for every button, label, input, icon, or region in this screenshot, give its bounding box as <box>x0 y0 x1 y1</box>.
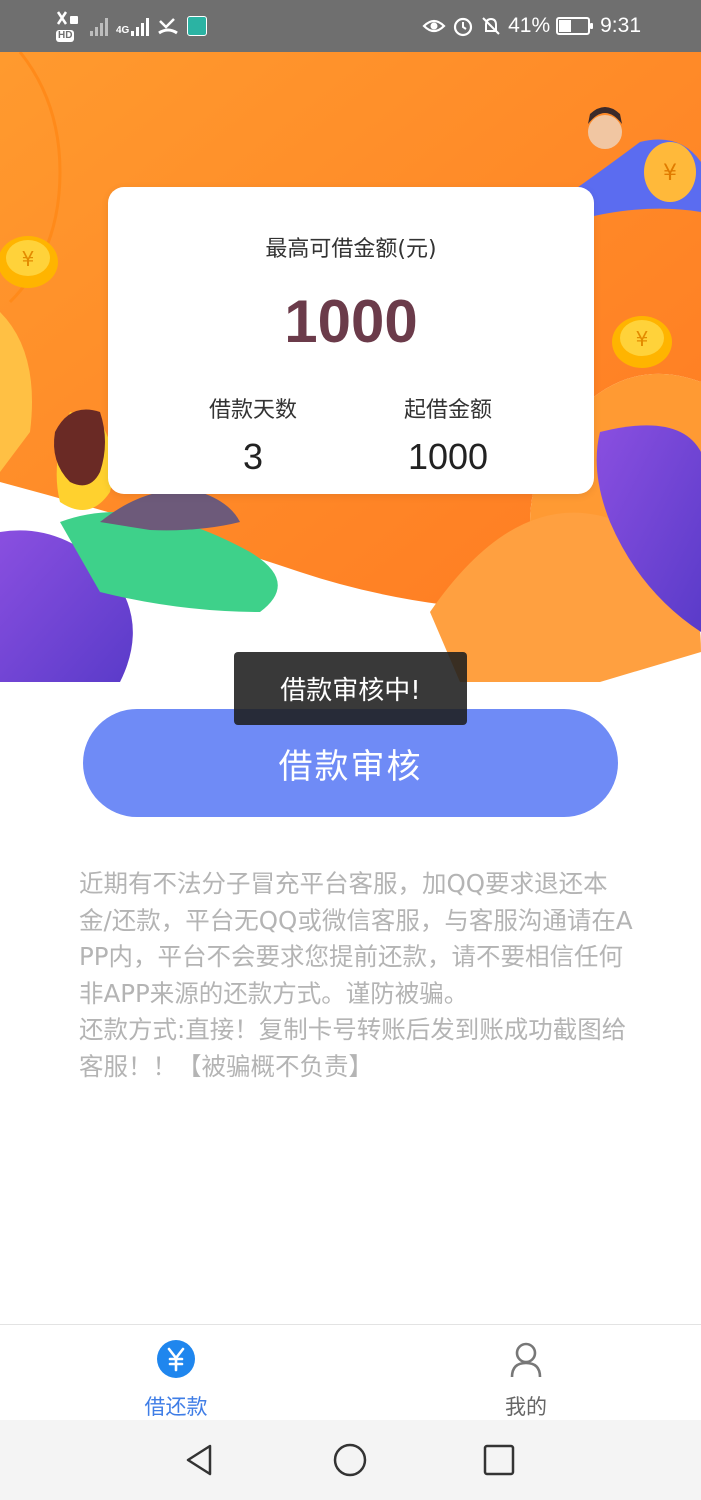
system-nav-bar <box>0 1420 701 1500</box>
coin-icon-left: ¥ <box>0 236 58 288</box>
loan-days-value: 3 <box>242 436 264 477</box>
network-type: 4G <box>116 25 130 36</box>
toast-message: 借款审核中! <box>234 652 467 725</box>
battery-percent: 41% <box>508 14 551 37</box>
app-screen: HD 4G 41% 9:31 ¥ ¥ ¥ 最高可借金额(元) 1000 借款天数… <box>0 0 701 1500</box>
tab-loan-repay-label: 借还款 <box>144 1395 208 1419</box>
tab-loan-repay[interactable]: 借还款 <box>76 1325 276 1420</box>
back-icon[interactable] <box>180 1440 220 1480</box>
bottom-tab-bar: 借还款 我的 <box>0 1325 701 1420</box>
app-notification-icon <box>187 16 208 36</box>
status-left: HD 4G <box>56 6 208 46</box>
hd-badge: HD <box>56 30 75 42</box>
loan-days-block: 借款天数 3 <box>153 392 353 478</box>
tab-mine-label: 我的 <box>505 1395 547 1419</box>
user-icon <box>510 1342 542 1378</box>
fraud-notice: 近期有不法分子冒充平台客服，加QQ要求退还本金/还款，平台无QQ或微信客服，与客… <box>79 866 639 1085</box>
loan-info-card: 最高可借金额(元) 1000 借款天数 3 起借金额 1000 <box>108 187 594 494</box>
yuan-icon <box>157 1340 195 1378</box>
max-amount-label: 最高可借金额(元) <box>265 237 437 262</box>
mute-icon <box>482 17 500 35</box>
svg-text:¥: ¥ <box>636 327 649 351</box>
status-right: 41% 9:31 <box>422 12 641 40</box>
clock: 9:31 <box>600 14 641 37</box>
missed-call-icon <box>158 18 179 35</box>
loan-days-label: 借款天数 <box>208 398 297 423</box>
notice-paragraph-1: 近期有不法分子冒充平台客服，加QQ要求退还本金/还款，平台无QQ或微信客服，与客… <box>79 869 633 1008</box>
min-amount-value: 1000 <box>407 436 489 477</box>
hero-banner: ¥ ¥ ¥ 最高可借金额(元) 1000 借款天数 3 起借金额 1000 <box>0 52 701 682</box>
recent-apps-icon[interactable] <box>479 1440 519 1480</box>
status-bar: HD 4G 41% 9:31 <box>0 0 701 52</box>
battery-icon <box>556 17 594 35</box>
min-amount-block: 起借金额 1000 <box>348 392 548 478</box>
tab-mine[interactable]: 我的 <box>426 1325 626 1420</box>
max-amount-value: 1000 <box>284 288 418 355</box>
home-icon[interactable] <box>330 1440 370 1480</box>
signal-4g-icon <box>131 16 150 36</box>
svg-text:¥: ¥ <box>663 161 677 186</box>
alarm-icon <box>453 17 473 37</box>
notice-paragraph-2: 还款方式:直接！复制卡号转账后发到账成功截图给客服！！【被骗概不负责】 <box>79 1015 627 1081</box>
coin-icon-right: ¥ <box>612 316 672 368</box>
signal-icon <box>90 16 108 36</box>
min-amount-label: 起借金额 <box>403 398 492 423</box>
loan-review-button[interactable]: 借款审核 <box>83 709 618 817</box>
svg-text:¥: ¥ <box>22 247 35 271</box>
battery-fill <box>559 20 571 32</box>
eye-icon <box>422 19 446 33</box>
wifi-calling-icon <box>56 11 78 25</box>
